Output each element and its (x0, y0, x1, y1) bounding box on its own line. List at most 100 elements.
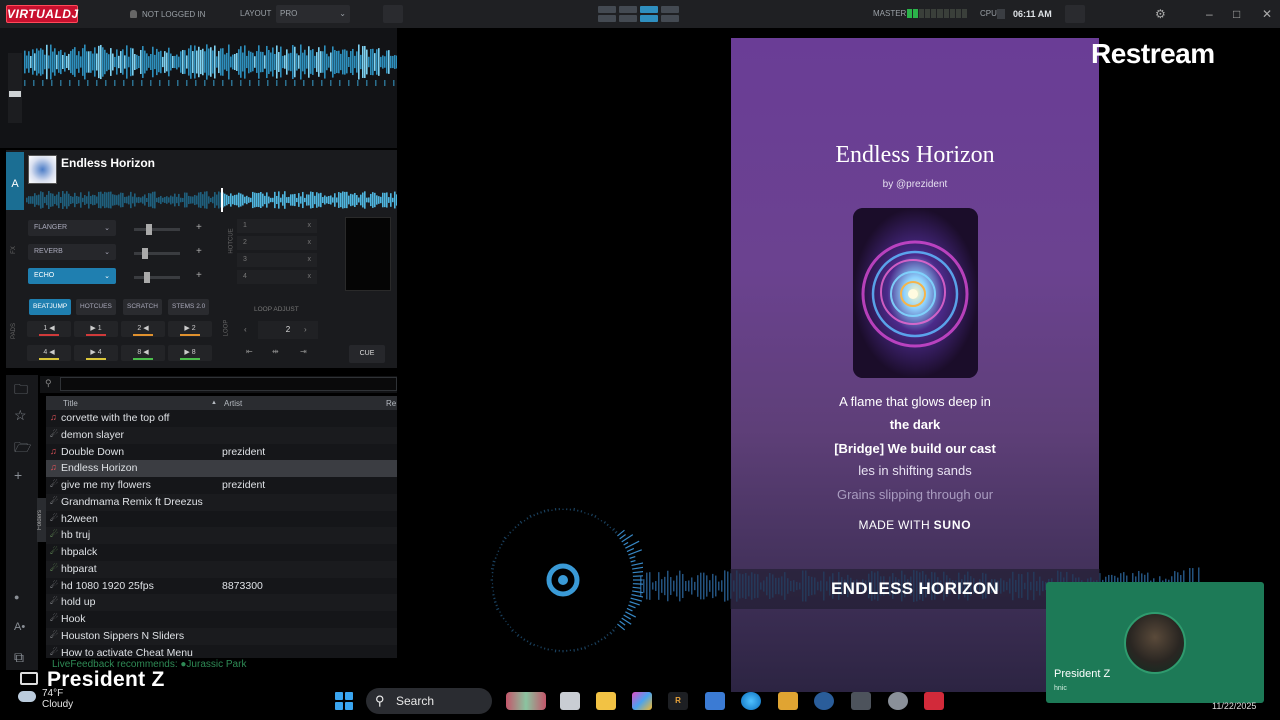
deck-letter[interactable]: A (6, 152, 24, 210)
record-button[interactable] (383, 5, 403, 23)
layout-cell[interactable] (640, 6, 658, 13)
track-row[interactable]: ☄ hb truj (46, 527, 397, 544)
layout-select[interactable]: PRO ⌄ (276, 5, 350, 23)
rage-app-icon[interactable]: R (668, 692, 688, 710)
hotcue-slot[interactable]: 2x (237, 236, 317, 250)
copilot-icon[interactable] (632, 692, 652, 710)
minimize-icon[interactable]: – (1206, 7, 1213, 21)
loop-in-icon[interactable]: ⇤ (246, 347, 253, 356)
folders-tab[interactable]: Folders (37, 498, 46, 542)
loop-double-icon[interactable]: › (304, 325, 307, 334)
game-app-icon[interactable] (851, 692, 871, 710)
zoom-slider[interactable] (8, 53, 22, 123)
close-icon[interactable]: ✕ (1262, 7, 1272, 21)
sort-ascending-icon[interactable]: ▲ (211, 400, 217, 406)
fx-slot-1[interactable]: FLANGER ⌄ (28, 220, 116, 236)
column-title[interactable]: Title (63, 399, 78, 408)
pad-button[interactable]: ▶ 2 (168, 321, 212, 337)
layout-cell[interactable] (640, 15, 658, 22)
track-row[interactable]: ☄ demon slayer (46, 426, 397, 444)
search-input[interactable] (60, 377, 397, 391)
pad-button[interactable]: 8 ◀ (121, 345, 165, 361)
pad-tab-hotcues[interactable]: HOTCUES (76, 299, 116, 315)
track-row[interactable]: ☄ How to activate Cheat Menu (46, 645, 397, 659)
fx-slider-1[interactable] (134, 224, 180, 235)
slider-thumb[interactable] (142, 248, 148, 259)
steam-icon[interactable] (814, 692, 834, 710)
track-row[interactable]: ☄ Hook (46, 611, 397, 628)
track-row[interactable]: ♫ corvette with the top off (46, 410, 397, 427)
pad-button[interactable]: 1 ◀ (27, 321, 71, 337)
star-icon[interactable]: ☆ (14, 407, 27, 424)
delete-icon[interactable]: x (308, 273, 312, 281)
layout-cell[interactable] (598, 6, 616, 13)
rhythm-waveform-panel[interactable] (0, 28, 397, 148)
virtualdj-taskbar-icon[interactable] (924, 692, 944, 710)
window-icon[interactable]: ⧉ (14, 649, 24, 666)
hotcue-slot[interactable]: 1x (237, 219, 317, 233)
delete-icon[interactable]: x (308, 222, 312, 230)
pad-button[interactable]: ▶ 4 (74, 345, 118, 361)
layout-switcher[interactable] (598, 6, 679, 22)
fx-slider-2[interactable] (134, 248, 180, 259)
track-row[interactable]: ☄ hd 1080 1920 25fps 8873300 (46, 578, 397, 595)
slider-thumb[interactable] (146, 224, 152, 235)
loop-half-icon[interactable]: ‹ (244, 325, 247, 334)
slider-thumb[interactable] (9, 91, 21, 97)
track-row[interactable]: ♫ Endless Horizon (46, 460, 397, 477)
layout-cell[interactable] (661, 6, 679, 13)
delete-icon[interactable]: x (308, 239, 312, 247)
pad-button[interactable]: 2 ◀ (121, 321, 165, 337)
column-artist[interactable]: Artist (224, 399, 242, 408)
cue-button[interactable]: CUE (349, 345, 385, 363)
taskbar-search[interactable]: ⚲ Search (366, 688, 492, 714)
track-row[interactable]: ☄ Grandmama Remix ft Dreezus (46, 493, 397, 511)
settings-gear-icon[interactable]: ⚙ (1155, 7, 1166, 21)
layout-cell[interactable] (619, 6, 637, 13)
layout-cell[interactable] (661, 15, 679, 22)
track-row[interactable]: ☄ hbpalck (46, 544, 397, 561)
add-icon[interactable]: + (14, 467, 22, 483)
store-icon[interactable] (705, 692, 725, 710)
fx-slot-3[interactable]: ECHO ⌄ (28, 268, 116, 284)
widget-app-icon[interactable] (506, 692, 546, 710)
folder-icon[interactable]: 🗀 (14, 379, 28, 403)
column-extra[interactable]: Re (386, 399, 396, 408)
folder-list-icon[interactable]: 🗁 (14, 437, 31, 461)
maximize-icon[interactable]: □ (1233, 7, 1240, 21)
pad-tab-scratch[interactable]: SCRATCH (123, 299, 162, 315)
login-status[interactable]: NOT LOGGED IN (130, 6, 230, 22)
track-list[interactable]: ♫ corvette with the top off ☄ demon slayer ♫… (46, 410, 397, 658)
fx-add-icon[interactable]: + (196, 270, 202, 281)
dot-icon[interactable]: ● (14, 592, 19, 602)
track-row[interactable]: ☄ h2ween (46, 511, 397, 528)
text-size-icon[interactable]: A• (14, 621, 25, 633)
loop-out-icon[interactable]: ⇥ (300, 347, 307, 356)
fx-add-icon[interactable]: + (196, 246, 202, 257)
task-view-icon[interactable] (560, 692, 580, 710)
track-row[interactable]: ♫ Double Down prezident (46, 444, 397, 461)
hotcue-slot[interactable]: 4x (237, 270, 317, 284)
pad-button[interactable]: ▶ 8 (168, 345, 212, 361)
calendar-button[interactable] (1065, 5, 1085, 23)
settings-app-icon[interactable] (888, 692, 908, 710)
virtualdj-logo[interactable]: VIRTUALDJ (6, 5, 78, 23)
layout-cell[interactable] (619, 15, 637, 22)
edge-icon[interactable] (741, 692, 761, 710)
pad-button[interactable]: ▶ 1 (74, 321, 118, 337)
track-row[interactable]: ☄ give me my flowers prezident (46, 477, 397, 494)
deck-overview-waveform[interactable] (26, 188, 397, 212)
pad-tab-stems[interactable]: STEMS 2.0 (168, 299, 210, 315)
loop-exit-icon[interactable]: ⇹ (272, 347, 279, 356)
slider-thumb[interactable] (144, 272, 150, 283)
fx-slider-3[interactable] (134, 272, 180, 283)
loop-length[interactable]: 2 (258, 321, 318, 339)
file-explorer-icon[interactable] (596, 692, 616, 710)
track-row[interactable]: ☄ hold up (46, 594, 397, 611)
pad-tab-beatjump[interactable]: BEATJUMP (29, 299, 72, 315)
hotcue-slot[interactable]: 3x (237, 253, 317, 267)
fx-add-icon[interactable]: + (196, 222, 202, 233)
fx-slot-2[interactable]: REVERB ⌄ (28, 244, 116, 260)
delete-icon[interactable]: x (308, 256, 312, 264)
windows-start-icon[interactable] (335, 692, 353, 710)
